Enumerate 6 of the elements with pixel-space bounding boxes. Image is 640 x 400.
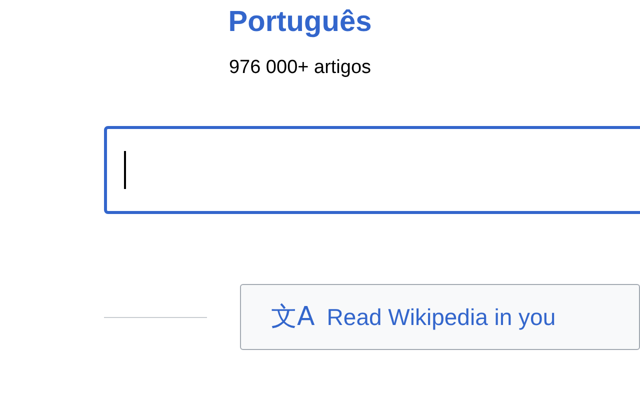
article-count: 976 000+ artigos [228, 56, 372, 80]
translate-icon: 文A [271, 298, 315, 336]
read-wikipedia-language-button[interactable]: 文A Read Wikipedia in you [240, 284, 640, 350]
language-title: Português [228, 5, 372, 40]
text-cursor [124, 151, 126, 189]
search-field[interactable] [104, 126, 640, 214]
